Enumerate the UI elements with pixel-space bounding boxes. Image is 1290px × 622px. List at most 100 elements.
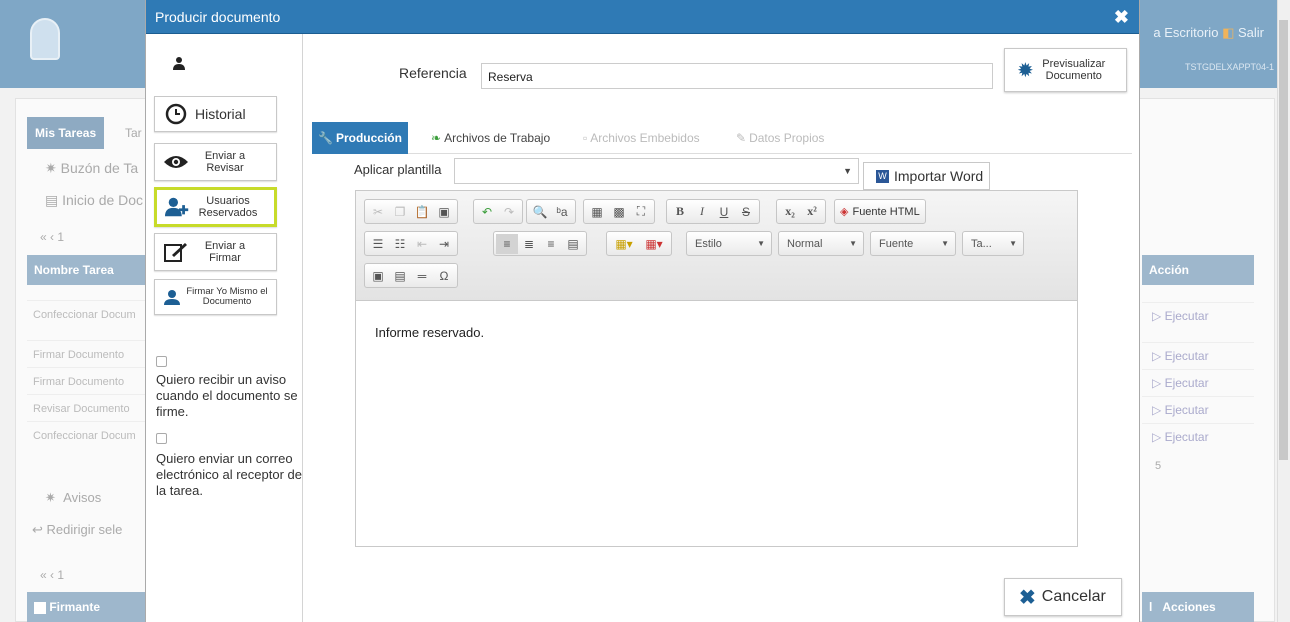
aviso-checkbox-label: Quiero recibir un aviso cuando el docume… [156,372,298,419]
inicio-doc-link[interactable]: ▤ Inicio de Doc [45,192,143,209]
previsualizar-button[interactable]: ✹ Previsualizar Documento [1004,48,1127,92]
referencia-input[interactable]: Reserva [481,63,993,89]
tab-tareas[interactable]: Tar [125,126,142,140]
hr-icon[interactable]: ═ [411,266,433,286]
column-acciones: l Acciones [1142,592,1254,622]
tamano-select[interactable]: Ta... ▼ [962,231,1024,256]
tab-produccion[interactable]: 🔧 Producción [312,122,408,154]
find-icon[interactable]: 🔍 [529,202,551,222]
gear-icon: ✹ [1017,59,1034,82]
outdent-icon[interactable]: ⇤ [411,234,433,254]
strike-icon[interactable]: S [735,202,757,222]
correo-checkbox[interactable] [156,433,167,444]
source-button[interactable]: ◈ Fuente HTML [834,199,926,224]
tab-archivos-embebidos[interactable]: ▫ Archivos Embebidos [577,122,706,154]
chevron-down-icon: ▼ [843,166,852,176]
editor-text: Informe reservado. [375,325,485,340]
table-row[interactable]: Firmar Documento [27,367,147,393]
word-icon: W [876,169,889,183]
undo-icon[interactable]: ↶ [476,202,498,222]
table-row[interactable]: Confeccionar Docum [27,300,147,326]
chevron-down-icon: ▼ [941,239,949,248]
fuente-select[interactable]: Fuente ▼ [870,231,956,256]
numbered-list-icon[interactable]: ☰ [367,234,389,254]
header-links[interactable]: a Escritorio ◧ Salir [1153,25,1264,41]
eye-icon [163,151,189,173]
pager-top[interactable]: « ‹ 1 [40,230,64,244]
ejecutar-button[interactable]: ▷ Ejecutar [1142,369,1254,395]
column-firmante: Firmante [27,592,147,622]
table-row[interactable]: Firmar Documento [27,340,147,366]
usuarios-reservados-button[interactable]: Usuarios Reservados [154,187,277,227]
referencia-label: Referencia [399,65,467,81]
select-all-checkbox[interactable] [34,601,46,614]
dialog-sidebar: Historial Enviar a Revisar Usuarios Rese… [146,34,303,622]
table-icon[interactable]: ▩ [608,202,630,222]
tab-datos-propios[interactable]: ✎ Datos Propios [730,122,830,154]
align-center-icon[interactable]: ≣ [518,234,540,254]
form-icon[interactable]: ▣ [367,266,389,286]
align-left-icon[interactable]: ≡ [496,233,518,254]
align-right-icon[interactable]: ≡ [540,234,562,254]
superscript-icon[interactable]: x² [801,202,823,222]
table-row[interactable]: Revisar Documento [27,394,147,420]
ejecutar-button[interactable]: ▷ Ejecutar [1142,423,1254,449]
pager-bottom[interactable]: « ‹ 1 [40,568,64,582]
salir-link[interactable]: Salir [1238,25,1264,40]
redo-icon[interactable]: ↷ [498,202,520,222]
cancelar-button[interactable]: ✖ Cancelar [1004,578,1122,616]
normal-select[interactable]: Normal ▼ [778,231,864,256]
editor-content-area[interactable]: Informe reservado. [356,301,1077,546]
estilo-select[interactable]: Estilo ▼ [686,231,772,256]
user-icon [163,286,181,308]
correo-checkbox-label: Quiero enviar un correo electrónico al r… [156,451,302,498]
tools-icon: 🔧 [318,131,333,145]
producir-documento-dialog: Producir documento ✖ Historial Enviar a … [145,0,1140,622]
ejecutar-button[interactable]: ▷ Ejecutar [1142,396,1254,422]
scrollbar-thumb[interactable] [1279,20,1288,460]
underline-icon[interactable]: U [713,202,735,222]
importar-word-button[interactable]: W Importar Word [863,162,990,190]
dialog-content: Referencia Reserva ✹ Previsualizar Docum… [304,34,1139,622]
ejecutar-button[interactable]: ▷ Ejecutar [1142,342,1254,368]
misc-group: ▣ ▤ ═ Ω [364,263,458,288]
tab-mis-tareas[interactable]: Mis Tareas [27,117,105,149]
paste-icon[interactable]: 📋 [411,202,433,222]
table-row[interactable]: Confeccionar Docum [27,421,147,447]
replace-icon[interactable]: ᵇa [551,202,573,222]
bold-icon[interactable]: B [669,202,691,222]
align-justify-icon[interactable]: ▤ [562,234,584,254]
historial-button[interactable]: Historial [154,96,277,132]
special-char-icon[interactable]: Ω [433,266,455,286]
italic-icon[interactable]: I [691,202,713,222]
maximize-icon[interactable]: ⛶ [630,202,652,222]
plantilla-select[interactable]: ▼ [454,158,859,184]
gear-icon: ✷ [45,490,56,505]
enviar-revisar-button[interactable]: Enviar a Revisar [154,143,277,181]
text-color-icon[interactable]: ▦▾ [609,234,639,254]
buzon-section[interactable]: ✷ Buzón de Ta [45,160,138,177]
user-icon [173,56,185,73]
bulleted-list-icon[interactable]: ☷ [389,234,411,254]
aviso-checkbox[interactable] [156,356,167,367]
cut-icon[interactable]: ✂ [367,202,389,222]
enviar-firmar-button[interactable]: Enviar a Firmar [154,233,277,271]
indent-icon[interactable]: ⇥ [433,234,455,254]
close-icon: ✖ [1019,586,1036,609]
ejecutar-button[interactable]: ▷ Ejecutar [1142,302,1254,328]
escritorio-link[interactable]: a Escritorio [1153,25,1218,40]
copy-icon[interactable]: ❐ [389,202,411,222]
chevron-down-icon: ▼ [849,239,857,248]
avisos-section[interactable]: ✷ Avisos [45,490,101,506]
document-icon: ▤ [45,192,59,208]
table-menu-icon[interactable]: ▦▾ [639,234,669,254]
image-icon[interactable]: ▦ [586,202,608,222]
paste-text-icon[interactable]: ▣ [433,202,455,222]
close-icon[interactable]: ✖ [1114,7,1129,28]
tab-archivos-trabajo[interactable]: ❧ Archivos de Trabajo [425,122,556,154]
redirigir-button[interactable]: ↩ Redirigir sele [32,522,122,538]
sign-icon [163,241,189,263]
template-icon[interactable]: ▤ [389,266,411,286]
subscript-icon[interactable]: x₂ [779,202,801,222]
firmar-yo-mismo-button[interactable]: Firmar Yo Mismo el Documento [154,279,277,315]
